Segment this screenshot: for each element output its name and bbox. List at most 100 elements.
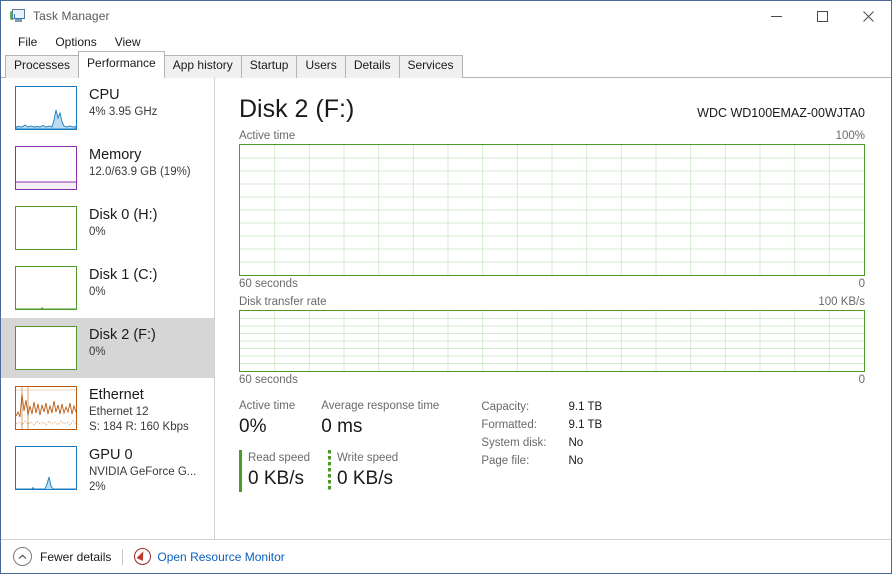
stat-read-speed: Read speed 0 KB/s <box>239 450 310 492</box>
title-bar: Task Manager <box>1 1 891 31</box>
performance-detail-panel: Disk 2 (F:) WDC WD100EMAZ-00WJTA0 Active… <box>215 78 891 539</box>
content-area: CPU 4% 3.95 GHz Memory 12.0/63.9 GB (19%… <box>1 78 891 539</box>
sidebar-item-memory[interactable]: Memory 12.0/63.9 GB (19%) <box>1 138 214 198</box>
memory-thumbnail-graph <box>15 146 77 190</box>
tab-bar: Processes Performance App history Startu… <box>1 53 891 78</box>
stats-area: Active time 0% Average response time 0 m… <box>215 386 891 492</box>
stat-average-response-time: Average response time 0 ms <box>321 398 439 440</box>
read-speed-legend-marker <box>239 450 242 492</box>
transfer-rate-graph[interactable] <box>239 310 865 372</box>
tab-performance[interactable]: Performance <box>78 51 165 78</box>
sidebar-item-label: CPU <box>89 86 157 105</box>
menu-bar: File Options View <box>1 31 891 53</box>
ethernet-thumbnail-graph <box>15 386 77 430</box>
status-separator <box>122 549 123 565</box>
active-time-graph-label: Active time <box>239 130 295 142</box>
disk-info-table: Capacity: 9.1 TB Formatted: 9.1 TB Syste… <box>481 398 602 492</box>
sidebar-item-sub2: S: 184 R: 160 Kbps <box>89 420 189 435</box>
active-time-min: 0 <box>859 278 865 290</box>
stat-active-time: Active time 0% <box>239 398 295 440</box>
cpu-thumbnail-graph <box>15 86 77 130</box>
transfer-rate-block: Disk transfer rate 100 KB/s <box>215 296 891 386</box>
transfer-rate-axis-labels: Disk transfer rate 100 KB/s <box>239 296 865 308</box>
sidebar-item-sub: Ethernet 12 <box>89 405 189 420</box>
tab-app-history[interactable]: App history <box>164 55 242 78</box>
sidebar-item-sub: 12.0/63.9 GB (19%) <box>89 165 191 180</box>
sidebar-item-label: Disk 1 (C:) <box>89 266 157 285</box>
open-resource-monitor-link[interactable]: Open Resource Monitor <box>157 550 284 564</box>
fewer-details-button[interactable]: Fewer details <box>40 550 111 564</box>
sidebar-item-label: Disk 0 (H:) <box>89 206 157 225</box>
stat-value: 0% <box>239 414 295 440</box>
info-key: System disk: <box>481 434 546 452</box>
info-value: 9.1 TB <box>569 416 603 434</box>
gpu0-thumbnail-graph <box>15 446 77 490</box>
resource-sidebar: CPU 4% 3.95 GHz Memory 12.0/63.9 GB (19%… <box>1 78 215 539</box>
sidebar-item-label: Disk 2 (F:) <box>89 326 156 345</box>
resource-monitor-icon <box>134 548 151 565</box>
info-value: 9.1 TB <box>569 398 603 416</box>
sidebar-item-gpu-0[interactable]: GPU 0 NVIDIA GeForce G... 2% <box>1 438 214 498</box>
sidebar-item-sub: 0% <box>89 225 157 240</box>
tab-details[interactable]: Details <box>345 55 400 78</box>
status-bar: Fewer details Open Resource Monitor <box>1 539 891 573</box>
primary-stats-row: Active time 0% Average response time 0 m… <box>239 398 465 440</box>
sidebar-item-label: Ethernet <box>89 386 189 405</box>
transfer-rate-graph-label: Disk transfer rate <box>239 296 327 308</box>
menu-item-view[interactable]: View <box>106 32 150 52</box>
task-manager-window: Task Manager File Options View Processes… <box>0 0 892 574</box>
stat-label: Active time <box>239 398 295 414</box>
sidebar-item-label: GPU 0 <box>89 446 196 465</box>
detail-header: Disk 2 (F:) WDC WD100EMAZ-00WJTA0 <box>215 78 891 124</box>
stat-value: 0 KB/s <box>248 466 310 492</box>
info-key: Page file: <box>481 452 546 470</box>
info-key: Capacity: <box>481 398 546 416</box>
disk1-thumbnail-graph <box>15 266 77 310</box>
active-time-graph-max: 100% <box>836 130 865 142</box>
window-controls <box>753 1 891 31</box>
transfer-rate-duration: 60 seconds <box>239 374 298 386</box>
sidebar-item-sub: 0% <box>89 345 156 360</box>
close-icon[interactable] <box>845 1 891 31</box>
chevron-up-icon[interactable] <box>13 547 32 566</box>
disk0-thumbnail-graph <box>15 206 77 250</box>
sidebar-item-ethernet[interactable]: Ethernet Ethernet 12 S: 184 R: 160 Kbps <box>1 378 214 438</box>
active-time-foot-labels: 60 seconds 0 <box>239 278 865 290</box>
window-title: Task Manager <box>33 9 110 23</box>
sidebar-item-disk-0[interactable]: Disk 0 (H:) 0% <box>1 198 214 258</box>
stat-write-speed: Write speed 0 KB/s <box>328 450 398 492</box>
sidebar-item-disk-1[interactable]: Disk 1 (C:) 0% <box>1 258 214 318</box>
write-speed-legend-marker <box>328 450 331 492</box>
info-value: No <box>569 434 603 452</box>
tab-processes[interactable]: Processes <box>5 55 79 78</box>
sidebar-item-disk-2[interactable]: Disk 2 (F:) 0% <box>1 318 214 378</box>
sidebar-item-sub2: 2% <box>89 480 196 495</box>
info-value: No <box>569 452 603 470</box>
page-title: Disk 2 (F:) <box>239 94 354 124</box>
active-time-duration: 60 seconds <box>239 278 298 290</box>
sidebar-item-cpu[interactable]: CPU 4% 3.95 GHz <box>1 78 214 138</box>
stat-label: Write speed <box>337 450 398 466</box>
menu-item-file[interactable]: File <box>9 32 46 52</box>
tab-startup[interactable]: Startup <box>241 55 298 78</box>
info-key: Formatted: <box>481 416 546 434</box>
stat-value: 0 ms <box>321 414 439 440</box>
tab-services[interactable]: Services <box>399 55 463 78</box>
sidebar-item-sub: NVIDIA GeForce G... <box>89 465 196 480</box>
active-time-graph[interactable] <box>239 144 865 276</box>
transfer-rate-min: 0 <box>859 374 865 386</box>
task-manager-icon <box>10 8 26 24</box>
stat-label: Average response time <box>321 398 439 414</box>
transfer-rate-graph-max: 100 KB/s <box>818 296 865 308</box>
speed-stats-row: Read speed 0 KB/s Write speed 0 KB/s <box>239 450 465 492</box>
disk2-thumbnail-graph <box>15 326 77 370</box>
minimize-icon[interactable] <box>753 1 799 31</box>
sidebar-item-sub: 0% <box>89 285 157 300</box>
active-time-axis-labels: Active time 100% <box>239 130 865 142</box>
menu-item-options[interactable]: Options <box>46 32 105 52</box>
maximize-icon[interactable] <box>799 1 845 31</box>
sidebar-item-label: Memory <box>89 146 191 165</box>
transfer-rate-foot-labels: 60 seconds 0 <box>239 374 865 386</box>
tab-users[interactable]: Users <box>296 55 345 78</box>
active-time-block: Active time 100% <box>215 130 891 290</box>
